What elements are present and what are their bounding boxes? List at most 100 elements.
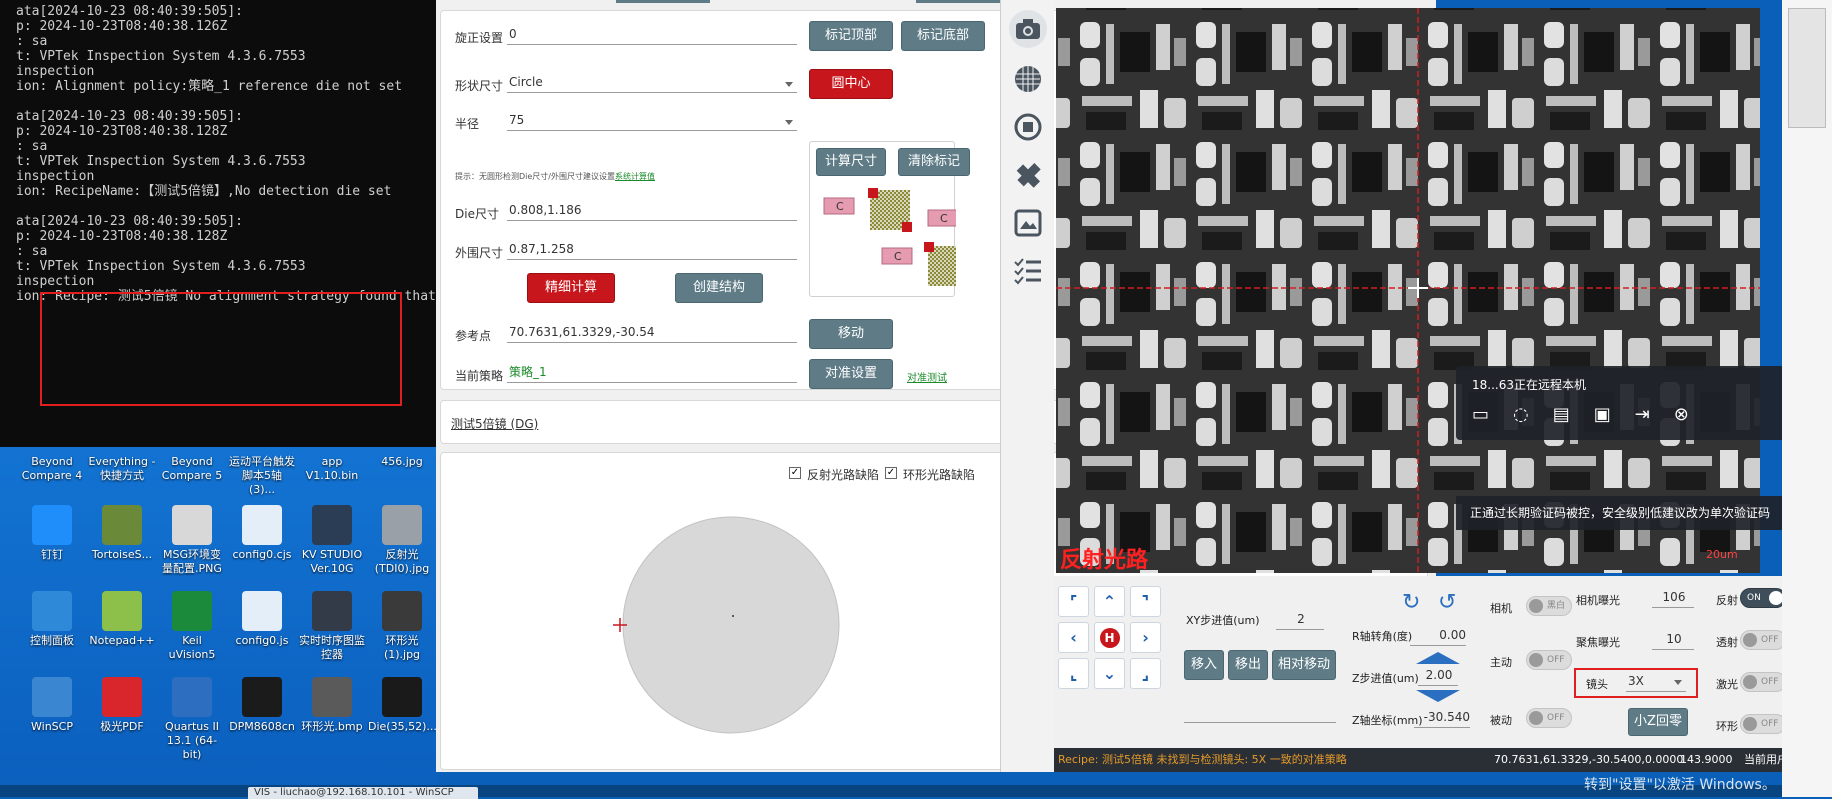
- clear-marks-button[interactable]: 清除标记: [898, 148, 970, 176]
- desktop-icon[interactable]: 456.jpg: [368, 455, 436, 469]
- die-size-field[interactable]: 0.808,1.186: [507, 201, 797, 221]
- fine-calc-button[interactable]: 精细计算: [527, 273, 615, 303]
- home-button[interactable]: H: [1094, 622, 1125, 653]
- laser-toggle[interactable]: OFF: [1740, 672, 1786, 692]
- r-angle-label: R轴转角(度): [1352, 630, 1413, 643]
- image-file-icon: [382, 591, 422, 631]
- small-z-home-button[interactable]: 小Z回零: [1628, 708, 1688, 736]
- mark-top-button[interactable]: 标记顶部: [809, 21, 893, 51]
- desktop-icon[interactable]: 极光PDF: [88, 677, 156, 734]
- desktop-icon-label: MSG环境变量配置.PNG: [162, 548, 222, 575]
- camera-icon[interactable]: [1009, 10, 1047, 48]
- desktop-icon[interactable]: Keil uVision5: [158, 591, 226, 662]
- move-upright-button[interactable]: ⌝: [1130, 586, 1161, 617]
- desktop-icon[interactable]: config0.js: [228, 591, 296, 648]
- desktop-icon[interactable]: 环形光 (1).jpg: [368, 591, 436, 662]
- move-in-button[interactable]: 移入: [1184, 650, 1224, 680]
- relative-move-button[interactable]: 相对移动: [1272, 650, 1336, 680]
- recipe-link[interactable]: 测试5倍镜 (DG): [451, 415, 538, 432]
- script-file-icon: [242, 505, 282, 545]
- cam-exposure-field[interactable]: 106: [1652, 588, 1694, 608]
- z-coord-field[interactable]: -30.540: [1414, 708, 1470, 728]
- ring-defect-label: 环形光路缺陷: [903, 468, 976, 482]
- wafer-scan-icon[interactable]: [1009, 108, 1047, 146]
- desktop-icon[interactable]: Everything - 快捷方式: [88, 455, 156, 483]
- wafer-grid-icon[interactable]: [1009, 60, 1047, 98]
- calc-size-button[interactable]: 计算尺寸: [816, 148, 886, 176]
- align-settings-button[interactable]: 对准设置: [809, 359, 893, 389]
- remote-title: 18...63正在远程本机: [1472, 378, 1586, 392]
- rotate-cw-icon[interactable]: ↺: [1438, 590, 1456, 615]
- z-step-field[interactable]: 2.00: [1418, 666, 1458, 686]
- desktop-icon[interactable]: config0.cjs: [228, 505, 296, 562]
- camera-mode-toggle[interactable]: 黑白: [1526, 596, 1572, 616]
- desktop-icon[interactable]: 环形光.bmp: [298, 677, 366, 734]
- move-downright-button[interactable]: ⌟: [1130, 658, 1161, 689]
- xy-step-field[interactable]: 2: [1276, 610, 1324, 630]
- image-gallery-icon[interactable]: [1009, 204, 1047, 242]
- move-up-button[interactable]: ⌃: [1094, 586, 1125, 617]
- chevron-down-icon[interactable]: [785, 82, 793, 87]
- move-out-button[interactable]: 移出: [1228, 650, 1268, 680]
- desktop-icon[interactable]: 反射光 (TDI0).jpg: [368, 505, 436, 576]
- desktop-icon[interactable]: TortoiseS...: [88, 505, 156, 562]
- ref-point-field[interactable]: 70.7631,61.3329,-30.54: [507, 323, 797, 343]
- desktop-icon[interactable]: 运动平台触发脚本5轴 (3)...: [228, 455, 296, 497]
- r-angle-field[interactable]: 0.00: [1410, 626, 1466, 646]
- camera-view[interactable]: 反射光路 20um: [1056, 8, 1760, 573]
- desktop-icon[interactable]: WinSCP: [18, 677, 86, 734]
- desktop-icon[interactable]: Die(35,52)...: [368, 677, 437, 734]
- wafer-map[interactable]: [591, 505, 871, 745]
- desktop-icon[interactable]: KV STUDIO Ver.10G: [298, 505, 366, 576]
- ring-defect-checkbox[interactable]: ✓: [885, 467, 897, 479]
- circle-center-button[interactable]: 圆中心: [809, 69, 893, 99]
- remote-actions[interactable]: ▭◌▤▣⇥⊗: [1472, 404, 1713, 425]
- move-down-button[interactable]: ⌄: [1094, 658, 1125, 689]
- desktop-icon[interactable]: 实时时序图监控器: [298, 591, 366, 662]
- desktop-icon[interactable]: Beyond Compare 4: [18, 455, 86, 483]
- chevron-down-icon[interactable]: [785, 120, 793, 125]
- rotation-field[interactable]: 0: [507, 25, 797, 45]
- focus-exposure-field[interactable]: 10: [1652, 630, 1694, 650]
- ring-toggle[interactable]: OFF: [1740, 714, 1786, 734]
- ruler-tools-icon[interactable]: [1009, 156, 1047, 194]
- desktop-icon[interactable]: Notepad++: [88, 591, 156, 648]
- hint-link[interactable]: 系统计算值: [615, 172, 655, 181]
- strategy-field[interactable]: 策略_1: [507, 363, 797, 383]
- create-structure-button[interactable]: 创建结构: [675, 273, 763, 303]
- move-upleft-button[interactable]: ⌜: [1058, 586, 1089, 617]
- chevron-down-icon[interactable]: [1674, 680, 1682, 685]
- mark-bottom-button[interactable]: 标记底部: [901, 21, 985, 51]
- taskbar-item-winscp[interactable]: VIS - liuchao@192.168.10.101 - WinSCP: [248, 787, 478, 799]
- radius-select[interactable]: 75: [507, 111, 797, 131]
- kv-studio-icon: [312, 505, 352, 545]
- desktop-icon-label: WinSCP: [31, 720, 73, 733]
- transmit-toggle[interactable]: OFF: [1740, 630, 1786, 650]
- desktop-icon[interactable]: app V1.10.bin: [298, 455, 366, 483]
- desktop-icon[interactable]: DPM8608cn: [228, 677, 296, 734]
- move-left-button[interactable]: ‹: [1058, 622, 1089, 653]
- reflect-toggle[interactable]: ON: [1740, 588, 1786, 608]
- shape-select[interactable]: Circle: [507, 73, 797, 93]
- xy-step-label: XY步进值(um): [1186, 614, 1260, 627]
- desktop-icon[interactable]: MSG环境变量配置.PNG: [158, 505, 226, 576]
- move-button[interactable]: 移动: [809, 319, 893, 349]
- outer-size-field[interactable]: 0.87,1.258: [507, 240, 797, 260]
- desktop-icon[interactable]: 控制面板: [18, 591, 86, 648]
- passive-label: 被动: [1490, 714, 1512, 727]
- align-test-link[interactable]: 对准测试: [907, 369, 947, 384]
- thumbnail[interactable]: [1788, 8, 1826, 128]
- move-downleft-button[interactable]: ⌞: [1058, 658, 1089, 689]
- move-right-button[interactable]: ›: [1130, 622, 1161, 653]
- desktop-icon[interactable]: 钉钉: [18, 505, 86, 562]
- die-size-label: Die尺寸: [455, 207, 499, 221]
- z-down-button[interactable]: [1416, 690, 1460, 702]
- passive-toggle[interactable]: OFF: [1526, 708, 1572, 728]
- desktop-icon[interactable]: Quartus II 13.1 (64-bit): [158, 677, 226, 762]
- active-toggle[interactable]: OFF: [1526, 650, 1572, 670]
- z-up-button[interactable]: [1416, 652, 1460, 664]
- desktop-icon[interactable]: Beyond Compare 5: [158, 455, 226, 483]
- reflect-defect-checkbox[interactable]: ✓: [789, 467, 801, 479]
- checklist-icon[interactable]: [1009, 252, 1047, 290]
- rotate-ccw-icon[interactable]: ↻: [1402, 590, 1420, 615]
